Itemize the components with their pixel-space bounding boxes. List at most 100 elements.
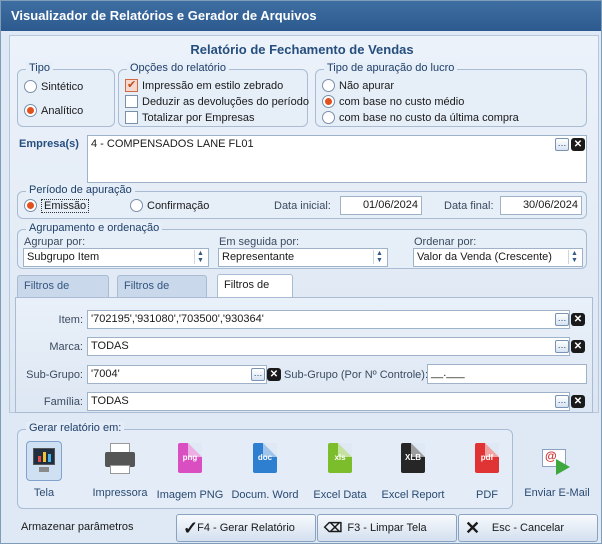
close-icon: ✕ xyxy=(465,518,481,538)
eraser-icon: ⌫ xyxy=(324,520,343,535)
checkbox[interactable] xyxy=(125,111,138,124)
radio-circle[interactable] xyxy=(130,199,143,212)
word-file-icon: doc xyxy=(253,443,277,473)
radio-analitico[interactable]: Analítico xyxy=(24,104,83,117)
radio-circle[interactable] xyxy=(322,111,335,124)
empresas-field[interactable]: 4 - COMPENSADOS LANE FL01 xyxy=(87,135,587,183)
clear-label: F3 - Limpar Tela xyxy=(347,522,427,534)
opcoes-legend: Opções do relatório xyxy=(127,62,229,74)
email-label: Enviar E-Mail xyxy=(524,487,590,499)
apuracao-lucro-group: Tipo de apuração do lucro Não apurar com… xyxy=(315,62,587,127)
agrupar-label: Agrupar por: xyxy=(24,236,86,248)
output-label: Impressora xyxy=(92,487,148,499)
familia-browse-button[interactable]: … xyxy=(555,395,569,408)
marca-browse-button[interactable]: … xyxy=(555,340,569,353)
item-label: Item: xyxy=(58,314,83,326)
clear-screen-button[interactable]: ⌫ F3 - Limpar Tela xyxy=(317,514,457,542)
pdf-file-icon: pdf xyxy=(475,443,499,473)
familia-label: Família: xyxy=(43,396,83,408)
radio-circle[interactable] xyxy=(322,95,335,108)
report-title: Relatório de Fechamento de Vendas xyxy=(190,42,414,57)
spinner-arrows-icon[interactable]: ▲ ▼ xyxy=(194,250,206,264)
radio-circle[interactable] xyxy=(24,80,37,93)
cancel-button[interactable]: ✕ Esc - Cancelar xyxy=(458,514,598,542)
item-clear-button[interactable]: ✕ xyxy=(571,313,585,326)
checkbox[interactable] xyxy=(125,95,138,108)
radio-custo-medio[interactable]: com base no custo médio xyxy=(322,95,464,108)
tipo-legend: Tipo xyxy=(26,62,53,74)
subgrupo-controle-label: Sub-Grupo (Por Nº Controle): xyxy=(284,369,429,381)
check-totalizar[interactable]: Totalizar por Empresas xyxy=(125,111,255,124)
output-label: Excel Report xyxy=(381,489,445,501)
output-pdf[interactable]: pdf PDF xyxy=(452,441,522,501)
checkmark-icon: ✓ xyxy=(183,518,199,538)
apuracao-lucro-legend: Tipo de apuração do lucro xyxy=(324,62,458,74)
output-excel-data[interactable]: xls Excel Data xyxy=(305,441,375,501)
radio-circle[interactable] xyxy=(24,104,37,117)
output-label: Imagem PNG xyxy=(156,489,224,501)
output-imagem-png[interactable]: png Imagem PNG xyxy=(155,441,225,501)
xlb-file-icon: XLB xyxy=(401,443,425,473)
item-field[interactable]: '702195','931080','703500','930364' xyxy=(87,310,570,329)
output-label: Docum. Word xyxy=(231,489,299,501)
subgrupo-clear-button[interactable]: ✕ xyxy=(267,368,281,381)
generate-report-button[interactable]: ✓ F4 - Gerar Relatório xyxy=(176,514,316,542)
data-final-field[interactable]: 30/06/2024 xyxy=(500,196,582,215)
window-title: Visualizador de Relatórios e Gerador de … xyxy=(1,1,601,31)
periodo-group: Período de apuração Emissão Confirmação … xyxy=(17,184,587,219)
radio-emissao[interactable]: Emissão xyxy=(24,198,90,213)
subgrupo-controle-field[interactable]: __.___ xyxy=(427,364,587,384)
empresas-clear-button[interactable]: ✕ xyxy=(571,138,585,151)
marca-clear-button[interactable]: ✕ xyxy=(571,340,585,353)
opcoes-group: Opções do relatório Impressão em estilo … xyxy=(118,62,309,127)
subgrupo-field[interactable]: '7004' xyxy=(87,365,267,384)
enviar-email-button[interactable]: @ Enviar E-Mail xyxy=(521,447,593,499)
radio-circle[interactable] xyxy=(24,199,37,212)
seguida-select[interactable]: Representante ▲ ▼ xyxy=(218,248,388,267)
marca-field[interactable]: TODAS xyxy=(87,337,570,356)
output-excel-report[interactable]: XLB Excel Report xyxy=(378,441,448,501)
familia-clear-button[interactable]: ✕ xyxy=(571,395,585,408)
check-zebrado[interactable]: Impressão em estilo zebrado xyxy=(125,78,283,92)
output-impressora[interactable]: Impressora xyxy=(85,441,155,499)
radio-sintetico[interactable]: Sintético xyxy=(24,80,83,93)
agrupamento-legend: Agrupamento e ordenação xyxy=(26,222,163,234)
tipo-group: Tipo Sintético Analítico xyxy=(17,62,115,127)
radio-nao-apurar[interactable]: Não apurar xyxy=(322,79,394,92)
radio-circle[interactable] xyxy=(322,79,335,92)
output-tela[interactable]: Tela xyxy=(9,441,79,499)
tab-filtros-item[interactable]: Filtros de item xyxy=(217,274,293,312)
cancel-label: Esc - Cancelar xyxy=(491,522,565,534)
ordenar-select[interactable]: Valor da Venda (Crescente) ▲ ▼ xyxy=(413,248,583,267)
ordenar-value: Valor da Venda (Crescente) xyxy=(417,251,552,263)
marca-label: Marca: xyxy=(49,341,83,353)
agrupar-value: Subgrupo Item xyxy=(27,251,100,263)
empresas-browse-button[interactable]: … xyxy=(555,138,569,151)
radio-confirmacao[interactable]: Confirmação xyxy=(130,199,209,212)
spinner-arrows-icon[interactable]: ▲ ▼ xyxy=(373,250,385,264)
item-browse-button[interactable]: … xyxy=(555,313,569,326)
checkbox[interactable] xyxy=(125,78,138,92)
seguida-value: Representante xyxy=(222,251,295,263)
data-inicial-label: Data inicial: xyxy=(274,200,331,212)
empresas-label: Empresa(s) xyxy=(19,138,79,150)
output-label: Excel Data xyxy=(313,489,367,501)
xls-file-icon: xls xyxy=(328,443,352,473)
png-file-icon: png xyxy=(178,443,202,473)
store-params-label[interactable]: Armazenar parâmetros xyxy=(21,521,134,533)
radio-ultima-compra[interactable]: com base no custo da última compra xyxy=(322,111,519,124)
agrupar-select[interactable]: Subgrupo Item ▲ ▼ xyxy=(23,248,209,267)
spinner-arrows-icon[interactable]: ▲ ▼ xyxy=(568,250,580,264)
familia-field[interactable]: TODAS xyxy=(87,392,570,411)
output-docum-word[interactable]: doc Docum. Word xyxy=(230,441,300,501)
data-final-label: Data final: xyxy=(444,200,494,212)
periodo-legend: Período de apuração xyxy=(26,184,135,196)
subgrupo-label: Sub-Grupo: xyxy=(26,369,83,381)
subgrupo-browse-button[interactable]: … xyxy=(251,368,265,381)
monitor-icon xyxy=(26,441,62,481)
tab-filtros-venda[interactable]: Filtros de venda xyxy=(17,275,109,313)
check-deduzir[interactable]: Deduzir as devoluções do período xyxy=(125,95,309,108)
tab-filtros-cliente[interactable]: Filtros de cliente xyxy=(117,275,207,313)
data-inicial-field[interactable]: 01/06/2024 xyxy=(340,196,422,215)
output-legend: Gerar relatório em: xyxy=(26,422,125,434)
